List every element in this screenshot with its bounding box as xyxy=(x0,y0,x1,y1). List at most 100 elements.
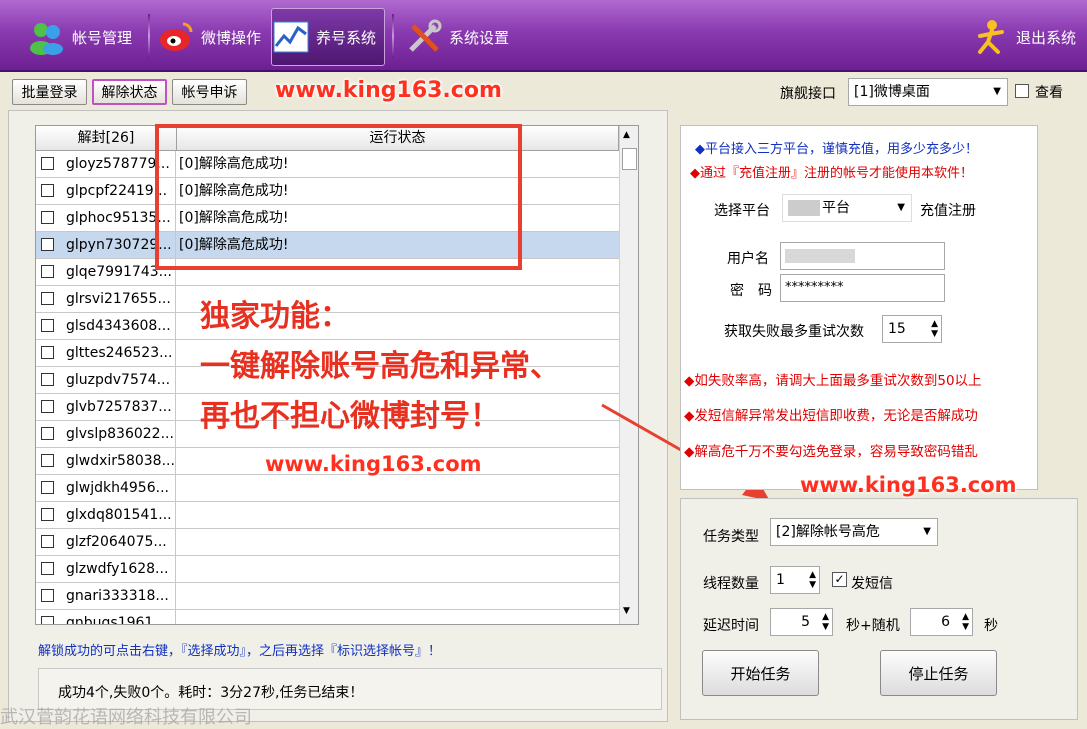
password-label: 密 码 xyxy=(730,283,772,299)
row-checkbox[interactable] xyxy=(41,184,54,197)
row-checkbox[interactable] xyxy=(41,346,54,359)
chevron-down-icon: ▼ xyxy=(993,86,1001,97)
promo-line-1: 独家功能： xyxy=(200,299,350,334)
start-task-button[interactable]: 开始任务 xyxy=(702,650,819,696)
retry-value: 15 xyxy=(888,321,906,337)
notice-2: ◆通过『充值注册』注册的帐号才能使用本软件！ xyxy=(690,166,973,181)
stepper-arrows-icon[interactable]: ▲ ▼ xyxy=(931,319,938,339)
table-row[interactable]: gnari333318... xyxy=(36,583,619,610)
blurred-username xyxy=(785,249,855,263)
row-checkbox[interactable] xyxy=(41,238,54,251)
promo-overlay: 独家功能： 一键解除账号高危和异常、 再也不担心微博封号！ xyxy=(200,292,560,442)
scroll-up-icon[interactable]: ▲ xyxy=(623,130,630,140)
stop-task-button[interactable]: 停止任务 xyxy=(880,650,997,696)
row-checkbox[interactable] xyxy=(41,616,54,624)
chevron-down-icon: ▼ xyxy=(897,202,905,213)
delay-label: 延迟时间 xyxy=(703,618,759,634)
scroll-down-icon[interactable]: ▼ xyxy=(623,606,630,616)
sms-checkbox[interactable]: ✓ xyxy=(832,572,847,587)
random-stepper[interactable]: 6 ▲ ▼ xyxy=(910,608,973,636)
grid-scrollbar[interactable]: ▲ ▼ xyxy=(619,126,638,624)
delay-stepper[interactable]: 5 ▲ ▼ xyxy=(770,608,833,636)
status-message: 成功4个,失败0个。耗时：3分27秒,任务已结束！ xyxy=(58,685,364,701)
watermark-url: www.king163.com xyxy=(265,452,482,476)
nav-weibo-operations[interactable]: 微博操作 xyxy=(157,8,272,66)
exit-label: 退出系统 xyxy=(1016,28,1077,47)
retry-label: 获取失败最多重试次数 xyxy=(724,324,864,340)
nav-account-nurture[interactable]: 养号系统 xyxy=(271,8,385,66)
delay-value: 5 xyxy=(801,614,810,630)
flagship-select[interactable]: [1]微博桌面 ▼ xyxy=(848,78,1008,106)
row-account: gnari333318... xyxy=(66,583,176,610)
row-account: glwjdkh4956... xyxy=(66,475,176,502)
nav-label: 养号系统 xyxy=(316,28,377,47)
row-checkbox[interactable] xyxy=(41,481,54,494)
table-row[interactable]: glzwdfy1628... xyxy=(36,556,619,583)
tab-account-appeal[interactable]: 帐号申诉 xyxy=(172,79,247,105)
exit-button[interactable]: 退出系统 xyxy=(972,8,1084,66)
row-checkbox[interactable] xyxy=(41,427,54,440)
row-checkbox[interactable] xyxy=(41,373,54,386)
row-checkbox[interactable] xyxy=(41,454,54,467)
threads-stepper[interactable]: 1 ▲ ▼ xyxy=(770,566,820,594)
scroll-thumb[interactable] xyxy=(622,148,637,170)
stepper-arrows-icon[interactable]: ▲ ▼ xyxy=(822,612,829,632)
row-account: glxdq801541... xyxy=(66,502,176,529)
table-row[interactable]: glzf2064075... xyxy=(36,529,619,556)
watermark-url: www.king163.com xyxy=(800,473,1017,497)
row-checkbox[interactable] xyxy=(41,211,54,224)
stepper-arrows-icon[interactable]: ▲ ▼ xyxy=(962,612,969,632)
warning-2: ◆发短信解异常发出短信即收费，无论是否解成功 xyxy=(684,408,978,424)
task-type-label: 任务类型 xyxy=(703,529,759,545)
nav-separator xyxy=(392,14,394,58)
chevron-down-icon: ▼ xyxy=(923,526,931,537)
username-label: 用户名 xyxy=(727,251,769,267)
row-checkbox[interactable] xyxy=(41,157,54,170)
notice-1: ◆平台接入三方平台，谨慎充值，用多少充多少！ xyxy=(695,142,978,157)
password-input[interactable]: ********* xyxy=(780,274,945,302)
row-checkbox[interactable] xyxy=(41,292,54,305)
table-row[interactable]: gnbugs1961... xyxy=(36,610,619,624)
task-type-value: [2]解除帐号高危 xyxy=(776,524,880,540)
platform-select[interactable]: 平台 ▼ xyxy=(782,194,912,222)
nav-label: 微博操作 xyxy=(201,28,262,47)
recharge-link[interactable]: 充值注册 xyxy=(920,200,976,220)
tab-unlock-status[interactable]: 解除状态 xyxy=(92,79,167,105)
weibo-icon xyxy=(157,18,195,56)
flagship-label: 旗舰接口 xyxy=(780,86,836,102)
platform-select-label: 选择平台 xyxy=(714,203,770,219)
nav-system-settings[interactable]: 系统设置 xyxy=(405,8,520,66)
row-checkbox[interactable] xyxy=(41,562,54,575)
sms-label: 发短信 xyxy=(851,576,893,592)
hint-text: 解锁成功的可点击右键，『选择成功』，之后再选择『标识选择帐号』！ xyxy=(38,644,442,659)
watermark-url: www.king163.com xyxy=(275,78,502,103)
row-checkbox[interactable] xyxy=(41,535,54,548)
flagship-value: [1]微博桌面 xyxy=(854,84,930,100)
row-account: glsd4343608... xyxy=(66,313,176,340)
nav-account-management[interactable]: 帐号管理 xyxy=(28,8,143,66)
row-account: glzwdfy1628... xyxy=(66,556,176,583)
company-watermark: 武汉菅韵花语网络科技有限公司 xyxy=(0,707,252,728)
threads-value: 1 xyxy=(776,572,785,588)
task-type-select[interactable]: [2]解除帐号高危 ▼ xyxy=(770,518,938,546)
retry-stepper[interactable]: 15 ▲ ▼ xyxy=(882,315,942,343)
row-account: gluzpdv7574... xyxy=(66,367,176,394)
table-row[interactable]: glwjdkh4956... xyxy=(36,475,619,502)
warning-3: ◆解高危千万不要勾选免登录，容易导致密码错乱 xyxy=(684,444,978,460)
tab-batch-login[interactable]: 批量登录 xyxy=(12,79,87,105)
tools-icon xyxy=(405,18,443,56)
stepper-arrows-icon[interactable]: ▲ ▼ xyxy=(809,570,816,590)
runner-icon xyxy=(972,18,1010,56)
view-checkbox[interactable] xyxy=(1015,84,1029,98)
row-checkbox[interactable] xyxy=(41,400,54,413)
promo-line-3: 再也不担心微博封号！ xyxy=(200,399,500,434)
username-input[interactable] xyxy=(780,242,945,270)
row-account: glzf2064075... xyxy=(66,529,176,556)
row-checkbox[interactable] xyxy=(41,508,54,521)
row-checkbox[interactable] xyxy=(41,319,54,332)
row-checkbox[interactable] xyxy=(41,265,54,278)
row-checkbox[interactable] xyxy=(41,589,54,602)
table-row[interactable]: glxdq801541... xyxy=(36,502,619,529)
random-value: 6 xyxy=(941,614,950,630)
view-label: 查看 xyxy=(1035,85,1063,101)
